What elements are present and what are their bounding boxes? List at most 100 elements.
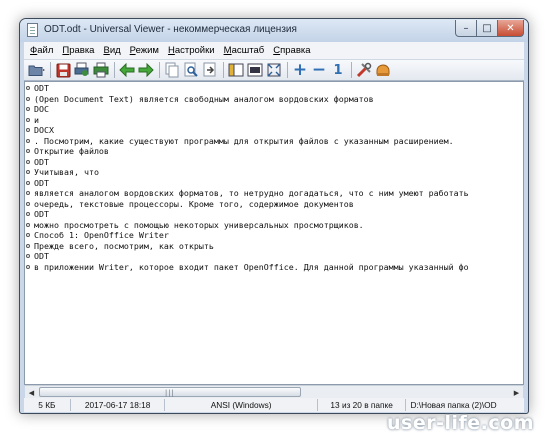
minimize-button[interactable]: – (455, 20, 477, 37)
paragraph-marker-icon (26, 243, 30, 248)
menu-zoom-label: асштаб (231, 45, 265, 56)
zoom-reset-icon[interactable]: 1 (329, 61, 347, 79)
text-line-content: ODT (34, 209, 49, 219)
menu-edit-label: равка (69, 45, 95, 56)
text-line-content: DOCX (34, 125, 54, 135)
scrollbar-grip: ||| (164, 389, 175, 397)
text-line: можно просмотреть с помощью некоторых ун… (25, 220, 523, 231)
status-position: 13 из 20 в папке (318, 399, 407, 411)
text-line-content: является аналогом вордовских форматов, т… (34, 188, 469, 198)
text-line-content: Способ 1: OpenOffice Writer (34, 230, 169, 240)
text-line: ODT (25, 83, 523, 94)
text-line-content: ODT (34, 156, 49, 167)
menu-file[interactable]: Файл (30, 45, 53, 56)
paragraph-marker-icon (26, 254, 30, 258)
text-line-content: можно просмотреть с помощью некоторых ун… (34, 219, 364, 230)
paragraph-marker-icon (26, 86, 30, 90)
text-line: DOCX (25, 125, 523, 136)
status-file-date: 2017-06-17 18:18 (71, 399, 166, 411)
status-bar: 5 КБ 2017-06-17 18:18 ANSI (Windows) 13 … (24, 398, 524, 412)
title-bar[interactable]: ODT.odt - Universal Viewer - некоммерчес… (20, 19, 528, 42)
zoom-out-icon[interactable]: − (310, 61, 328, 79)
paragraph-marker-icon (26, 201, 30, 206)
text-line: DOC (25, 104, 523, 115)
view-mode-fullscreen-icon[interactable] (246, 61, 264, 79)
fit-window-icon[interactable] (265, 61, 283, 79)
copy-icon[interactable] (163, 61, 181, 79)
window-title: ODT.odt - Universal Viewer - некоммерчес… (44, 24, 297, 35)
tools-icon[interactable] (355, 61, 373, 79)
scrollbar-thumb[interactable]: ||| (39, 387, 301, 397)
toolbar-separator (159, 62, 160, 78)
menu-bar: Файл Правка Вид Режим Настройки Масштаб … (24, 42, 524, 59)
toolbar-separator (351, 62, 352, 78)
paragraph-marker-icon (26, 212, 30, 216)
text-line: ODT (25, 178, 523, 189)
menu-zoom[interactable]: Масштаб (224, 45, 265, 56)
status-path: D:\Новая папка (2)\OD (410, 400, 497, 410)
text-lines: ODT (Open Document Text) является свободн… (25, 83, 523, 272)
text-line: очередь, текстовые процессоры. Кроме тог… (25, 199, 523, 210)
menu-mode-label: ежим (135, 45, 159, 56)
view-mode-left-icon[interactable] (227, 61, 245, 79)
paragraph-marker-icon (26, 233, 30, 237)
print-icon[interactable] (92, 61, 110, 79)
forward-arrow-icon[interactable] (137, 61, 155, 79)
text-line-content: Открытие файлов (34, 146, 109, 156)
menu-edit[interactable]: Правка (62, 45, 94, 56)
menu-zoom-hotkey: М (223, 45, 232, 56)
menu-view[interactable]: Вид (103, 45, 120, 56)
save-icon[interactable] (54, 61, 72, 79)
text-line: ODT (25, 209, 523, 220)
text-line: Прежде всего, посмотрим, как открыть (25, 241, 523, 252)
horizontal-scrollbar[interactable]: ◀ ||| ▶ (25, 385, 523, 398)
paragraph-marker-icon (26, 222, 30, 227)
text-line-content: в приложении Writer, которое входит паке… (34, 261, 469, 272)
scroll-left-arrow-icon[interactable]: ◀ (26, 387, 37, 398)
zoom-in-icon[interactable]: + (291, 61, 309, 79)
toolbar: + − 1 (24, 59, 524, 81)
text-line-content: Прежде всего, посмотрим, как открыть (34, 240, 214, 251)
menu-mode[interactable]: Режим (130, 45, 159, 56)
text-line: в приложении Writer, которое входит паке… (25, 262, 523, 273)
menu-settings[interactable]: Настройки (168, 45, 215, 56)
paragraph-marker-icon (26, 107, 30, 111)
paragraph-marker-icon (26, 191, 30, 195)
text-line: (Open Document Text) является свободным … (25, 94, 523, 105)
options-icon[interactable] (374, 61, 392, 79)
paragraph-marker-icon (26, 180, 30, 185)
text-line: ODT (25, 251, 523, 262)
menu-help-label: правка (280, 45, 311, 56)
document-text-area[interactable]: ODT (Open Document Text) является свободн… (24, 81, 524, 385)
print-setup-icon[interactable] (73, 61, 91, 79)
text-line-content: очередь, текстовые процессоры. Кроме тог… (34, 198, 354, 209)
menu-view-label: ид (109, 45, 121, 56)
text-line-content: ODT (34, 83, 49, 93)
menu-settings-label: астройки (174, 45, 215, 56)
open-folder-icon[interactable] (28, 61, 46, 79)
close-button[interactable]: ✕ (497, 20, 524, 37)
maximize-button[interactable]: □ (476, 20, 498, 37)
toolbar-separator (223, 62, 224, 78)
paragraph-marker-icon (26, 128, 30, 132)
paragraph-marker-icon (26, 264, 30, 269)
paragraph-marker-icon (26, 117, 30, 122)
goto-icon[interactable] (201, 61, 219, 79)
toolbar-separator (50, 62, 51, 78)
paragraph-marker-icon (26, 170, 30, 174)
menu-help[interactable]: Справка (273, 45, 310, 56)
menu-file-label: айл (37, 45, 54, 56)
scroll-right-arrow-icon[interactable]: ▶ (511, 387, 522, 398)
paragraph-marker-icon (26, 149, 30, 153)
text-line-content: . Посмотрим, какие существуют программы … (34, 135, 454, 146)
text-line: ODT (25, 157, 523, 168)
paragraph-marker-icon (26, 96, 30, 101)
paragraph-marker-icon (26, 159, 30, 164)
paragraph-marker-icon (26, 138, 30, 143)
back-arrow-icon[interactable] (118, 61, 136, 79)
text-line: является аналогом вордовских форматов, т… (25, 188, 523, 199)
find-icon[interactable] (182, 61, 200, 79)
toolbar-separator (287, 62, 288, 78)
toolbar-separator (114, 62, 115, 78)
text-line-content: (Open Document Text) является свободным … (34, 93, 374, 104)
